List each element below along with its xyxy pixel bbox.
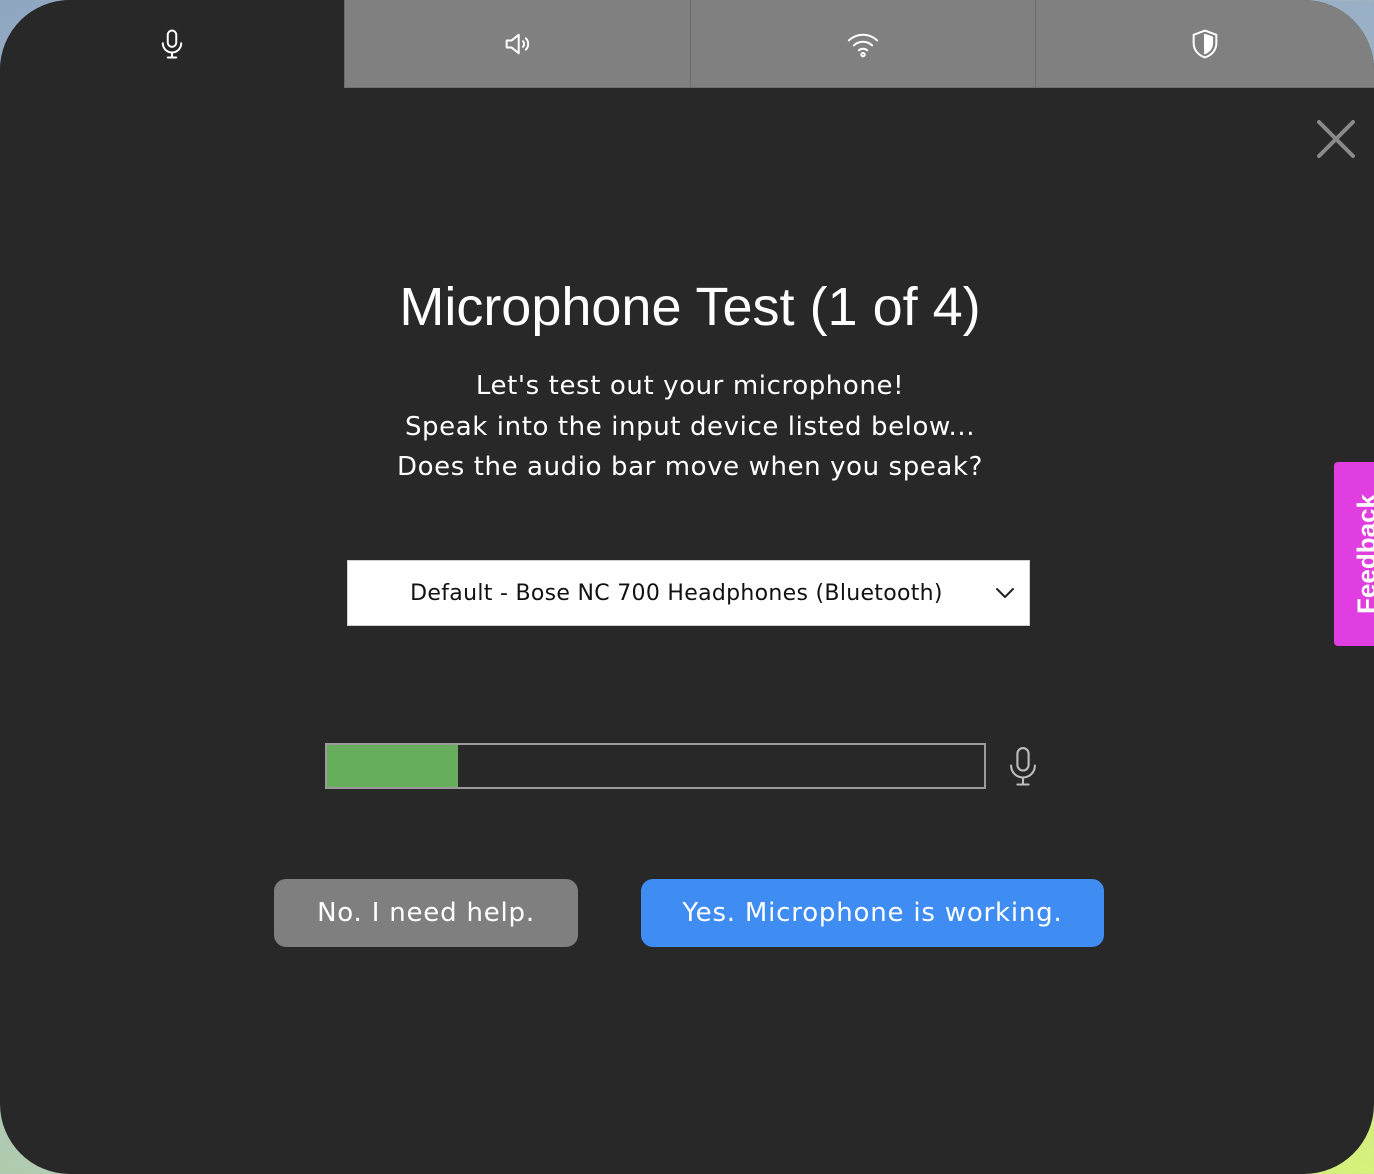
speaker-icon bbox=[505, 33, 529, 54]
feedback-label: Feedback bbox=[1351, 494, 1374, 614]
audio-level-fill bbox=[327, 745, 459, 787]
microphone-icon bbox=[1010, 747, 1036, 786]
close-icon bbox=[1317, 120, 1355, 158]
microphone-working-button[interactable]: Yes. Microphone is working. bbox=[641, 879, 1104, 947]
microphone-icon bbox=[161, 29, 183, 59]
selected-device: Default - Bose NC 700 Headphones (Blueto… bbox=[410, 580, 943, 606]
dialog-title: Microphone Test (1 of 4) bbox=[399, 277, 981, 337]
tab-security[interactable] bbox=[1035, 0, 1374, 88]
tab-speaker[interactable] bbox=[344, 0, 690, 88]
device-test-tabs bbox=[0, 0, 1374, 88]
audio-level-meter bbox=[325, 743, 986, 789]
shield-icon bbox=[1192, 29, 1218, 58]
mic-test-dialog: Microphone Test (1 of 4) Let's test out … bbox=[0, 0, 1374, 1174]
wifi-icon bbox=[847, 33, 879, 57]
instructions: Let's test out your microphone! Speak in… bbox=[0, 366, 1374, 488]
instruction-line: Let's test out your microphone! bbox=[475, 371, 905, 401]
need-help-button[interactable]: No. I need help. bbox=[274, 879, 578, 947]
close-button[interactable] bbox=[1313, 116, 1359, 162]
instruction-line: Speak into the input device listed below… bbox=[404, 411, 976, 442]
tab-network[interactable] bbox=[690, 0, 1035, 88]
feedback-tab[interactable]: Feedback bbox=[1334, 462, 1374, 646]
chevron-down-icon bbox=[985, 586, 1025, 600]
input-device-select[interactable]: Default - Bose NC 700 Headphones (Blueto… bbox=[347, 560, 1030, 626]
instruction-line: Does the audio bar move when you speak? bbox=[396, 452, 983, 482]
tab-microphone[interactable] bbox=[0, 0, 344, 88]
